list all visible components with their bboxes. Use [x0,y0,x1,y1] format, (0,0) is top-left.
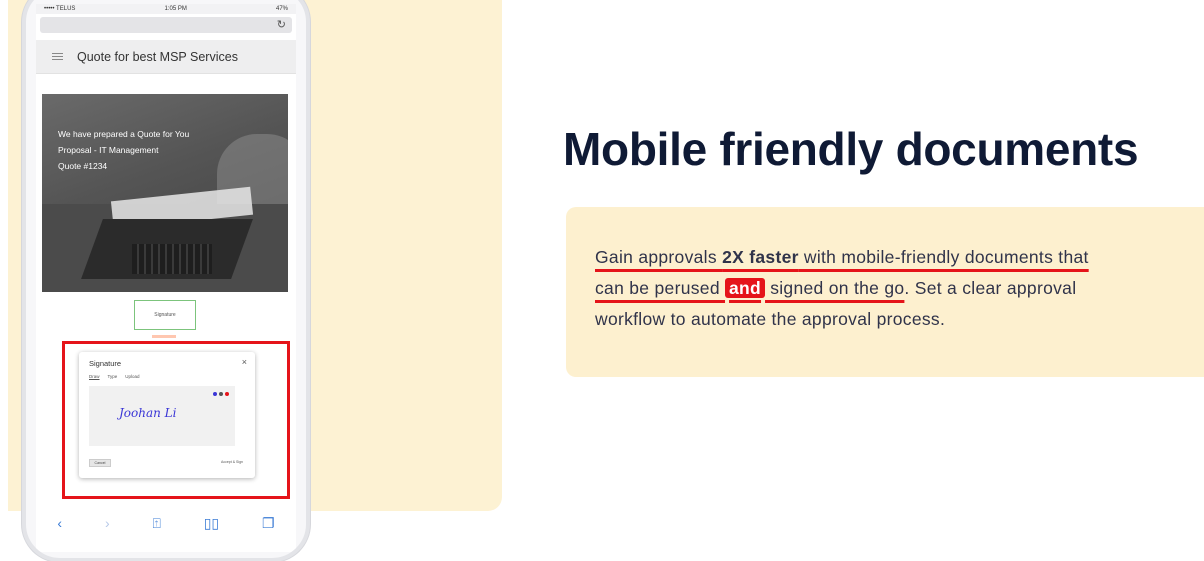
forward-icon[interactable]: › [105,515,110,531]
page-title: Mobile friendly documents [563,123,1139,175]
hero-image: We have prepared a Quote for You Proposa… [42,94,288,292]
document-navbar: Quote for best MSP Services [36,40,296,74]
share-icon[interactable]: ⍐ [152,515,160,532]
callout-fragment: with mobile-friendly documents that [798,247,1089,267]
highlight-box [62,341,290,499]
signature-field[interactable]: Signature [134,300,196,330]
hero-line: We have prepared a Quote for You [58,129,190,139]
hero-keyboard-shape [132,244,212,274]
hero-line: Proposal - IT Management [58,145,159,155]
callout-fragment: . Set a clear approval [904,278,1077,298]
highlight-and: and [725,278,766,298]
phone-mockup: ••••• TELUS 1:05 PM 47% ↻ Quote for best… [22,0,310,561]
reload-icon[interactable]: ↻ [277,18,286,31]
emphasis-2x: 2X faster [722,247,799,267]
document-title: Quote for best MSP Services [77,49,238,64]
status-bar: ••••• TELUS 1:05 PM 47% [36,4,296,14]
callout-fragment: Gain approvals [595,247,723,267]
callout-fragment: signed on the go [765,278,905,298]
callout-text: Gain approvals 2X faster with mobile-fri… [595,242,1195,335]
browser-toolbar: ‹ › ⍐ ▯▯ ❐ [36,508,296,538]
phone-screen: ••••• TELUS 1:05 PM 47% ↻ Quote for best… [36,4,296,552]
feature-callout: Gain approvals 2X faster with mobile-fri… [566,207,1204,377]
tabs-icon[interactable]: ❐ [262,515,275,532]
underlined-phrase: can be perused and signed on the go [595,278,904,298]
callout-fragment: workflow to automate the approval proces… [595,309,946,329]
battery-label: 47% [275,6,288,12]
underlined-phrase: Gain approvals 2X faster with mobile-fri… [595,247,1089,267]
signature-field-marker [152,335,176,338]
bookmarks-icon[interactable]: ▯▯ [204,515,219,532]
menu-icon[interactable] [52,53,63,60]
browser-url-bar[interactable]: ↻ [40,17,292,33]
callout-fragment: can be perused [595,278,726,298]
hero-text: We have prepared a Quote for You Proposa… [58,126,189,174]
hero-line: Quote #1234 [58,161,108,171]
carrier-label: ••••• TELUS [44,6,76,12]
back-icon[interactable]: ‹ [57,515,62,531]
status-time: 1:05 PM [164,6,187,12]
signature-field-label: Signature [154,312,176,318]
